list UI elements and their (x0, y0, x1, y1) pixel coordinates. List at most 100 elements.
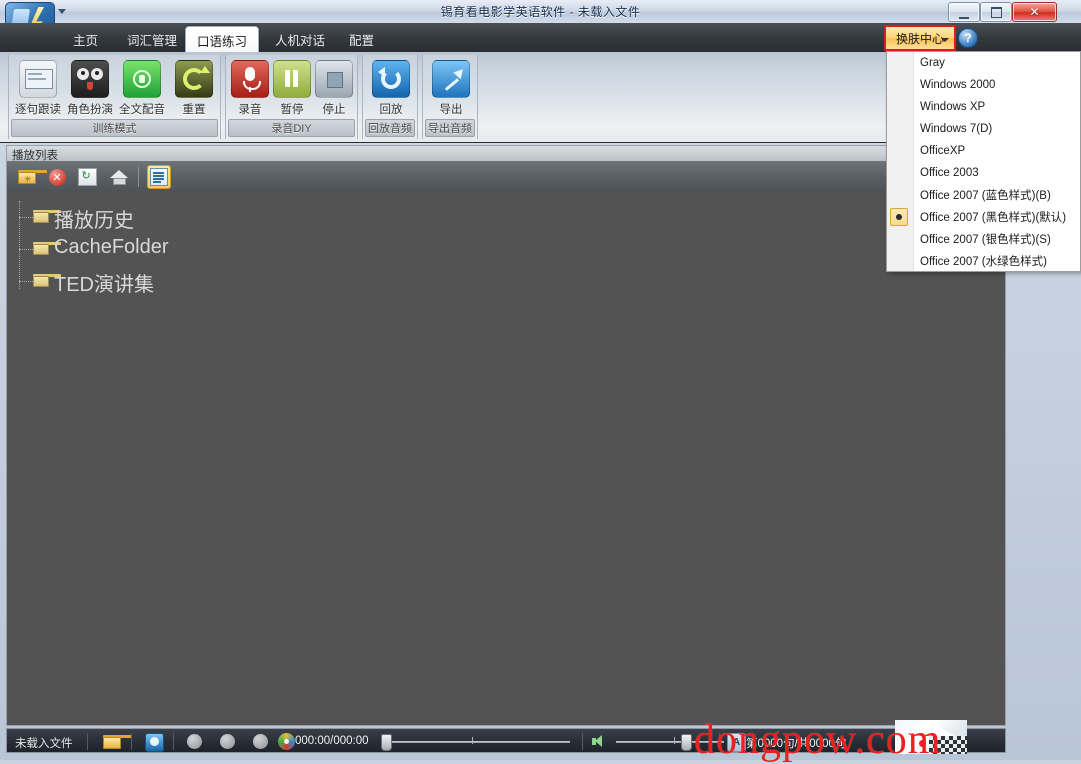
playlist-toolbar: ✳ ✕ ↻ (6, 161, 1006, 193)
button-record[interactable]: 录音 (229, 60, 271, 117)
list-item[interactable]: CacheFolder (7, 233, 1005, 265)
minimize-icon (949, 3, 979, 21)
microphone-icon (231, 60, 269, 98)
menu-item-label: Windows 2000 (920, 79, 996, 91)
seek-tick (472, 737, 473, 744)
folder-icon (33, 242, 61, 255)
status-bar: 未载入文件 000:00/000:00 A 第0000句/共0000句 (6, 728, 1006, 753)
playback-time: 000:00/000:00 (295, 735, 369, 747)
help-button[interactable]: ? (958, 28, 978, 48)
menu-item-office-2007-silver[interactable]: Office 2007 (银色样式)(S) (887, 228, 1080, 250)
playlist-tree-area[interactable]: 播放历史 CacheFolder TED演讲集 (6, 193, 1006, 726)
radio-selected-icon (890, 208, 908, 226)
seek-track[interactable] (385, 741, 570, 743)
button-label: 导出 (439, 104, 463, 116)
group-title: 回放音频 (365, 119, 415, 137)
quick-access-dropdown-icon[interactable] (58, 9, 66, 14)
button-label: 重置 (182, 104, 206, 116)
menu-item-office-2007-black[interactable]: Office 2007 (黑色样式)(默认) (887, 206, 1080, 228)
tree-connector-dash (19, 281, 33, 282)
status-separator (719, 733, 720, 750)
folder-icon (33, 210, 61, 223)
list-item-label: 播放历史 (54, 210, 134, 232)
tab-vocabulary[interactable]: 词汇管理 (116, 27, 188, 52)
button-role-play[interactable]: 角色扮演 (64, 60, 116, 123)
list-item[interactable]: 播放历史 (7, 201, 1005, 233)
minimize-button[interactable] (948, 2, 980, 22)
window-title: 锡育看电影学英语软件 - 未载入文件 (440, 5, 641, 19)
button-label: 回放 (379, 104, 403, 116)
menu-item-office-2007-aqua[interactable]: Office 2007 (水绿色样式) (887, 250, 1080, 272)
volume-thumb[interactable] (681, 734, 692, 751)
close-button[interactable]: ✕ (1012, 2, 1057, 22)
button-sentence-repeat[interactable]: 逐句跟读 (12, 60, 64, 123)
group-title: 录音DIY (228, 119, 355, 137)
tab-speaking-practice[interactable]: 口语练习 (185, 26, 260, 53)
playlist-panel-header: 播放列表 (6, 145, 1006, 162)
next-button[interactable] (253, 734, 268, 749)
list-item-label: CacheFolder (54, 236, 169, 258)
button-replay[interactable]: 回放 (365, 60, 417, 117)
chevron-down-icon[interactable] (941, 38, 949, 42)
button-label: 录音 (238, 104, 262, 116)
play-button[interactable] (220, 734, 235, 749)
menu-item-office-2007-blue[interactable]: Office 2007 (蓝色样式)(B) (887, 184, 1080, 206)
seek-thumb[interactable] (381, 734, 392, 751)
maximize-button[interactable] (980, 2, 1012, 22)
button-label: 逐句跟读 (15, 104, 61, 116)
close-icon: ✕ (1029, 5, 1040, 19)
button-export[interactable]: 导出 (425, 60, 477, 117)
button-reset[interactable]: 重置 (168, 60, 220, 117)
tab-dialogue[interactable]: 人机对话 (264, 27, 336, 52)
previous-button[interactable] (187, 734, 202, 749)
menu-item-label: Office 2003 (920, 167, 979, 179)
watermark-dot (919, 740, 926, 747)
application-window: 锡育看电影学英语软件 - 未载入文件 ✕ 主页 词汇管理 口语练习 人机对话 配… (0, 0, 1081, 763)
menu-item-label: Office 2007 (银色样式)(S) (920, 234, 1051, 246)
menu-item-windows-2000[interactable]: Windows 2000 (887, 74, 1080, 96)
menu-item-label: Windows 7(D) (920, 123, 993, 135)
volume-icon[interactable] (590, 733, 607, 750)
group-title: 训练模式 (11, 119, 218, 137)
list-item[interactable]: TED演讲集 (7, 265, 1005, 297)
dub-icon (123, 60, 161, 98)
skin-dropdown-menu[interactable]: Gray Windows 2000 Windows XP Windows 7(D… (886, 51, 1081, 272)
disc-icon[interactable] (278, 733, 295, 750)
media-info-icon[interactable] (145, 733, 164, 752)
new-folder-icon[interactable]: ✳ (15, 165, 47, 189)
menu-item-label: Gray (920, 57, 945, 69)
menu-item-windows-7[interactable]: Windows 7(D) (887, 118, 1080, 140)
button-pause[interactable]: 暂停 (271, 60, 313, 117)
volume-track[interactable] (616, 741, 724, 743)
subtitle-count-icon[interactable]: A (727, 733, 746, 752)
button-stop[interactable]: 停止 (313, 60, 355, 117)
ribbon-group-playback: 回放 回放音频 (362, 55, 418, 139)
maximize-icon (981, 3, 1011, 21)
button-full-dubbing[interactable]: 全文配音 (116, 60, 168, 123)
title-bar: 锡育看电影学英语软件 - 未载入文件 ✕ (0, 0, 1081, 24)
volume-tick (674, 737, 675, 744)
tab-home[interactable]: 主页 (62, 27, 109, 52)
status-text: 未载入文件 (15, 738, 73, 750)
refresh-icon[interactable]: ↻ (75, 165, 99, 189)
toolbar-separator (138, 167, 139, 187)
sentence-counter: 第0000句/共0000句 (746, 738, 847, 750)
menu-item-officexp[interactable]: OfficeXP (887, 140, 1080, 162)
reset-icon (175, 60, 213, 98)
delete-icon[interactable]: ✕ (45, 165, 69, 189)
home-icon[interactable] (107, 165, 131, 189)
folder-icon (33, 274, 61, 287)
menu-item-gray[interactable]: Gray (887, 52, 1080, 74)
status-separator (87, 733, 88, 750)
menu-item-label: Windows XP (920, 101, 986, 113)
button-label: 角色扮演 (67, 104, 113, 116)
pause-icon (273, 60, 311, 98)
menu-item-office-2003[interactable]: Office 2003 (887, 162, 1080, 184)
list-view-icon[interactable] (147, 165, 171, 189)
menu-item-windows-xp[interactable]: Windows XP (887, 96, 1080, 118)
open-folder-icon[interactable] (103, 733, 132, 750)
status-separator (131, 733, 132, 750)
masks-icon (71, 60, 109, 98)
export-icon (432, 60, 470, 98)
tab-settings[interactable]: 配置 (338, 27, 385, 52)
